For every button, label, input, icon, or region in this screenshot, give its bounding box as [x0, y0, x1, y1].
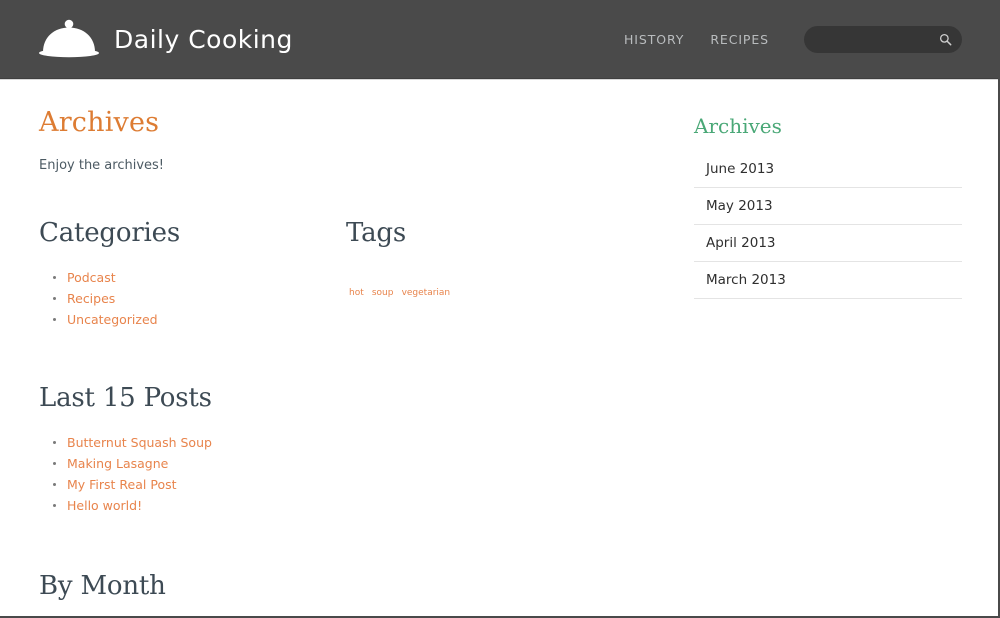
header-right: HISTORY RECIPES — [624, 25, 962, 53]
categories-block: Categories Podcast Recipes Uncategorized — [39, 218, 346, 333]
nav-link-history[interactable]: HISTORY — [624, 32, 684, 47]
category-link-podcast[interactable]: Podcast — [67, 270, 116, 285]
sidebar-item-may-2013[interactable]: May 2013 — [694, 188, 962, 224]
sidebar: Archives June 2013 May 2013 April 2013 M… — [680, 79, 998, 299]
main-column: Archives Enjoy the archives! Categories … — [0, 79, 680, 616]
search-icon[interactable] — [939, 33, 952, 46]
tag-link-hot[interactable]: hot — [349, 288, 364, 298]
categories-heading: Categories — [39, 218, 181, 248]
posts-list: Butternut Squash Soup Making Lasagne My … — [39, 413, 680, 519]
search-box[interactable] — [804, 25, 962, 53]
list-item: My First Real Post — [53, 477, 680, 498]
sidebar-archive-list: June 2013 May 2013 April 2013 March 2013 — [680, 138, 962, 299]
browser-page: Daily Cooking HISTORY RECIPES Archives E… — [0, 0, 1000, 618]
post-link-my-first-real-post[interactable]: My First Real Post — [67, 477, 177, 492]
main-nav: HISTORY RECIPES — [624, 32, 769, 47]
sidebar-item-march-2013[interactable]: March 2013 — [694, 262, 962, 298]
list-item: Uncategorized — [53, 312, 346, 333]
post-link-hello-world[interactable]: Hello world! — [67, 498, 142, 513]
content-area: Archives Enjoy the archives! Categories … — [0, 79, 998, 616]
header-underline — [0, 79, 998, 80]
post-link-butternut-squash-soup[interactable]: Butternut Squash Soup — [67, 435, 212, 450]
list-item: Making Lasagne — [53, 456, 680, 477]
by-month-links: June 2013|May 2013|April 2013|March 2013… — [39, 601, 680, 616]
by-month-heading: By Month — [39, 571, 166, 601]
list-item: June 2013 — [694, 151, 962, 188]
category-link-uncategorized[interactable]: Uncategorized — [67, 312, 158, 327]
list-item: Podcast — [53, 270, 346, 291]
tags-heading: Tags — [346, 218, 407, 248]
tag-link-soup[interactable]: soup — [372, 288, 394, 298]
tag-cloud: hot soup vegetarian — [346, 248, 680, 299]
nav-link-recipes[interactable]: RECIPES — [710, 32, 769, 47]
sidebar-item-june-2013[interactable]: June 2013 — [694, 151, 962, 187]
category-link-recipes[interactable]: Recipes — [67, 291, 115, 306]
by-month-block: By Month June 2013|May 2013|April 2013|M… — [39, 519, 680, 616]
list-item: May 2013 — [694, 188, 962, 225]
site-brand[interactable]: Daily Cooking — [38, 19, 293, 59]
list-item: Butternut Squash Soup — [53, 435, 680, 456]
page-title: Archives — [39, 107, 160, 138]
list-item: Recipes — [53, 291, 346, 312]
sidebar-item-april-2013[interactable]: April 2013 — [694, 225, 962, 261]
posts-heading: Last 15 Posts — [39, 383, 212, 413]
categories-list: Podcast Recipes Uncategorized — [39, 248, 346, 333]
list-item: April 2013 — [694, 225, 962, 262]
tags-block: Tags hot soup vegetarian — [346, 218, 680, 333]
list-item: Hello world! — [53, 498, 680, 519]
search-input[interactable] — [818, 32, 939, 46]
posts-block: Last 15 Posts Butternut Squash Soup Maki… — [39, 333, 680, 519]
site-header: Daily Cooking HISTORY RECIPES — [0, 0, 998, 80]
cloche-icon — [38, 19, 100, 59]
categories-tags-row: Categories Podcast Recipes Uncategorized — [39, 173, 680, 333]
brand-title: Daily Cooking — [114, 24, 293, 54]
list-item: March 2013 — [694, 262, 962, 299]
post-link-making-lasagne[interactable]: Making Lasagne — [67, 456, 168, 471]
page-intro: Enjoy the archives! — [39, 158, 165, 173]
tag-link-vegetarian[interactable]: vegetarian — [402, 288, 451, 298]
sidebar-widget-title: Archives — [694, 114, 782, 138]
